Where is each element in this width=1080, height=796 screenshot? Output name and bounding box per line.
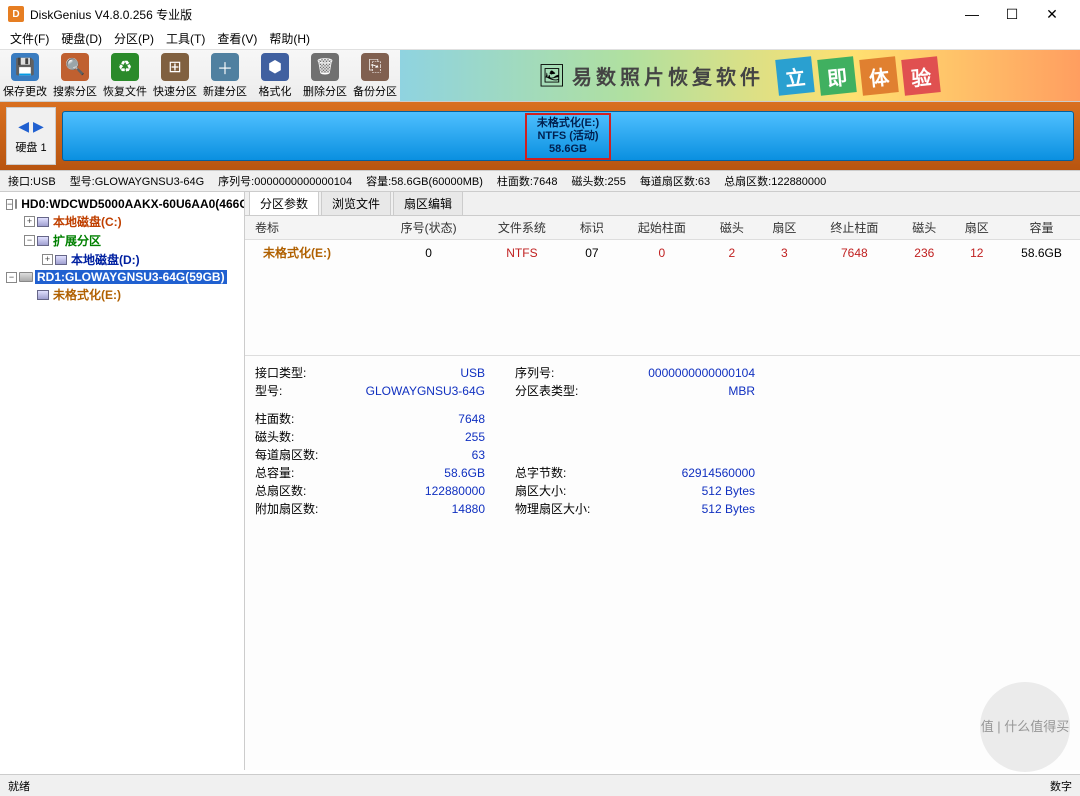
disk-icon: [19, 272, 33, 282]
format-button[interactable]: ⬢格式化: [250, 50, 300, 101]
banner-text: 易数照片恢复软件: [572, 61, 764, 90]
info-capacity: 容量:58.6GB(60000MB): [366, 173, 483, 189]
new-partition-button[interactable]: ＋新建分区: [200, 50, 250, 101]
tree-extended[interactable]: −扩展分区: [2, 231, 242, 250]
quick-partition-button[interactable]: ⊞快速分区: [150, 50, 200, 101]
next-disk-button[interactable]: ▶: [33, 118, 44, 134]
backup-partition-button[interactable]: ⎘备份分区: [350, 50, 400, 101]
info-cylinders: 柱面数:7648: [497, 173, 558, 189]
disk-icon: [15, 199, 17, 209]
info-model: 型号:GLOWAYGNSU3-64G: [70, 173, 204, 189]
col-start-head[interactable]: 磁头: [706, 216, 758, 240]
col-end-head[interactable]: 磁头: [898, 216, 950, 240]
info-spt: 每道扇区数:63: [640, 173, 710, 189]
menu-tools[interactable]: 工具(T): [160, 28, 211, 49]
format-icon: ⬢: [261, 53, 289, 81]
backup-icon: ⎘: [361, 53, 389, 81]
toolbar: 💾保存更改 🔍搜索分区 ♻恢复文件 ⊞快速分区 ＋新建分区 ⬢格式化 🗑删除分区…: [0, 50, 1080, 102]
collapse-icon[interactable]: −: [24, 235, 35, 246]
info-serial: 序列号:0000000000000104: [218, 173, 352, 189]
recover-files-button[interactable]: ♻恢复文件: [100, 50, 150, 101]
menu-help[interactable]: 帮助(H): [263, 28, 316, 49]
menu-partition[interactable]: 分区(P): [108, 28, 160, 49]
disk-detail: 接口类型:USB 序列号:0000000000000104 型号:GLOWAYG…: [245, 355, 1080, 526]
col-volume[interactable]: 卷标: [245, 216, 379, 240]
disk-info-bar: 接口:USB 型号:GLOWAYGNSU3-64G 序列号:0000000000…: [0, 170, 1080, 192]
disk-nav-label: 硬盘 1: [15, 139, 46, 155]
tree-rd1[interactable]: −RD1:GLOWAYGNSU3-64G(59GB): [2, 269, 242, 285]
status-numlock: 数字: [1050, 778, 1072, 794]
window-title: DiskGenius V4.8.0.256 专业版: [30, 6, 952, 23]
delete-icon: 🗑: [311, 53, 339, 81]
tabs: 分区参数 浏览文件 扇区编辑: [245, 192, 1080, 216]
tree-hd0[interactable]: −HD0:WDCWD5000AAKX-60U6AA0(466GB): [2, 196, 242, 212]
banner-box-3: 体: [859, 56, 899, 96]
search-icon: 🔍: [61, 53, 89, 81]
col-start-cyl[interactable]: 起始柱面: [618, 216, 705, 240]
col-start-sec[interactable]: 扇区: [758, 216, 810, 240]
menu-file[interactable]: 文件(F): [4, 28, 55, 49]
photo-recovery-icon: 🖼: [538, 63, 566, 89]
app-logo-icon: D: [8, 6, 24, 22]
col-capacity[interactable]: 容量: [1003, 216, 1080, 240]
save-icon: 💾: [11, 53, 39, 81]
save-changes-button[interactable]: 💾保存更改: [0, 50, 50, 101]
recover-icon: ♻: [111, 53, 139, 81]
search-partition-button[interactable]: 🔍搜索分区: [50, 50, 100, 101]
prev-disk-button[interactable]: ◀: [18, 118, 29, 134]
collapse-icon[interactable]: −: [6, 272, 17, 283]
ad-banner[interactable]: 🖼 易数照片恢复软件 立 即 体 验: [400, 50, 1080, 101]
new-partition-icon: ＋: [211, 53, 239, 81]
expand-icon[interactable]: +: [42, 254, 53, 265]
menu-view[interactable]: 查看(V): [211, 28, 263, 49]
partition-icon: [55, 255, 67, 265]
partition-map[interactable]: 未格式化(E:) NTFS (活动) 58.6GB: [62, 111, 1074, 161]
col-end-sec[interactable]: 扇区: [951, 216, 1003, 240]
banner-box-1: 立: [775, 56, 815, 96]
banner-box-2: 即: [817, 56, 857, 96]
minimize-button[interactable]: —: [952, 2, 992, 26]
collapse-icon[interactable]: −: [6, 199, 13, 210]
col-end-cyl[interactable]: 终止柱面: [811, 216, 898, 240]
tree-drive-c[interactable]: +本地磁盘(C:): [2, 212, 242, 231]
tab-partition-params[interactable]: 分区参数: [249, 191, 319, 215]
tree-drive-d[interactable]: +本地磁盘(D:): [2, 250, 242, 269]
title-bar: D DiskGenius V4.8.0.256 专业版 — ☐ ✕: [0, 0, 1080, 28]
disk-tree: −HD0:WDCWD5000AAKX-60U6AA0(466GB) +本地磁盘(…: [0, 192, 245, 770]
partition-icon: [37, 217, 49, 227]
info-heads: 磁头数:255: [571, 173, 625, 189]
tree-drive-e[interactable]: 未格式化(E:): [2, 285, 242, 304]
maximize-button[interactable]: ☐: [992, 2, 1032, 26]
tab-browse-files[interactable]: 浏览文件: [321, 191, 391, 215]
menu-bar: 文件(F) 硬盘(D) 分区(P) 工具(T) 查看(V) 帮助(H): [0, 28, 1080, 50]
disk-nav: ◀ ▶ 硬盘 1: [6, 107, 56, 165]
expand-icon[interactable]: +: [24, 216, 35, 227]
partition-table: 卷标 序号(状态) 文件系统 标识 起始柱面 磁头 扇区 终止柱面 磁头 扇区 …: [245, 216, 1080, 265]
delete-partition-button[interactable]: 🗑删除分区: [300, 50, 350, 101]
table-row[interactable]: 未格式化(E:) 0 NTFS 07 0 2 3 7648 236 12 58.…: [245, 240, 1080, 266]
col-seq[interactable]: 序号(状态): [379, 216, 478, 240]
disk-bar: ◀ ▶ 硬盘 1 未格式化(E:) NTFS (活动) 58.6GB: [0, 102, 1080, 170]
status-ready: 就绪: [8, 778, 30, 794]
col-flag[interactable]: 标识: [566, 216, 618, 240]
partition-icon: [37, 236, 49, 246]
close-button[interactable]: ✕: [1032, 2, 1072, 26]
quick-partition-icon: ⊞: [161, 53, 189, 81]
menu-disk[interactable]: 硬盘(D): [55, 28, 108, 49]
right-pane: 分区参数 浏览文件 扇区编辑 卷标 序号(状态) 文件系统 标识 起始柱面 磁头…: [245, 192, 1080, 770]
tab-sector-edit[interactable]: 扇区编辑: [393, 191, 463, 215]
watermark: 值 | 什么值得买: [980, 682, 1070, 772]
info-interface: 接口:USB: [8, 173, 56, 189]
col-fs[interactable]: 文件系统: [478, 216, 565, 240]
banner-box-4: 验: [901, 56, 941, 96]
partition-icon: [37, 290, 49, 300]
info-total-sectors: 总扇区数:122880000: [724, 173, 826, 189]
partition-block-e[interactable]: 未格式化(E:) NTFS (活动) 58.6GB: [525, 113, 611, 160]
status-bar: 就绪 数字: [0, 774, 1080, 796]
